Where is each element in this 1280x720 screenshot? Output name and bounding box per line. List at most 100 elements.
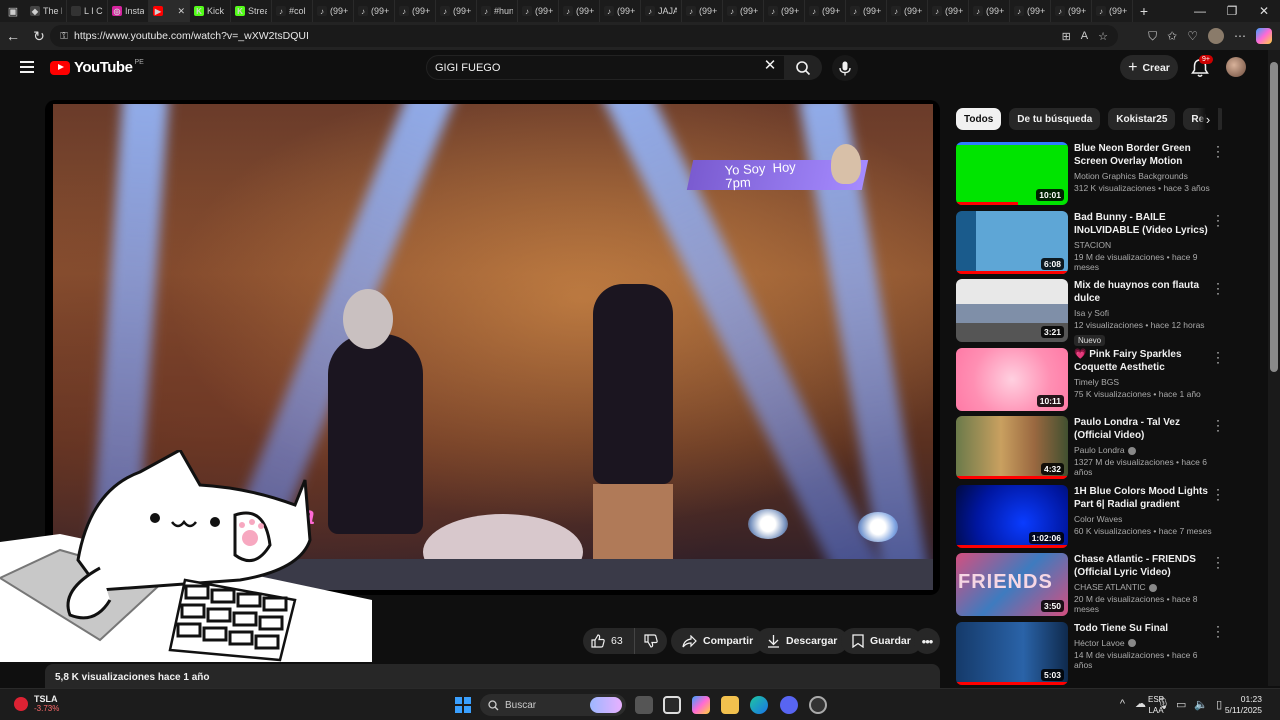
browser-tab[interactable]: ♪ (99+ (723, 0, 764, 22)
browser-tab[interactable]: ♪ JAJA (641, 0, 682, 22)
browser-tab[interactable]: ♪ (99+ (1010, 0, 1051, 22)
clock[interactable]: 01:23 5/11/2025 (1222, 694, 1262, 716)
create-button[interactable]: + Crear (1120, 55, 1178, 80)
more-options-icon[interactable]: · · · (1214, 277, 1222, 299)
video-title[interactable]: 1H Blue Colors Mood Lights Part 6| Radia… (1074, 485, 1212, 511)
reload-icon[interactable]: ↻ (26, 23, 52, 49)
file-explorer-icon[interactable] (721, 696, 739, 714)
channel-name-row[interactable]: Isa y Sofi (1074, 308, 1212, 318)
browser-tab[interactable]: ▶ ✕ (149, 0, 190, 22)
channel-name-row[interactable]: STACION (1074, 240, 1212, 250)
browser-tab[interactable]: ♪ (99+ (1051, 0, 1092, 22)
scrollbar-thumb[interactable] (1270, 62, 1278, 372)
taskbar-search[interactable]: Buscar (480, 694, 626, 716)
filter-chip[interactable]: Kokistar25 (1108, 108, 1176, 130)
channel-name-row[interactable]: Héctor Lavoe (1074, 638, 1212, 648)
browser-tab[interactable]: ♪ (99+ (1092, 0, 1133, 22)
guide-menu-button[interactable] (16, 58, 38, 78)
browser-tab[interactable]: ♪ (99+ (764, 0, 805, 22)
app-available-icon[interactable]: ⊞ (1062, 30, 1071, 43)
onedrive-icon[interactable]: ☁ (1135, 697, 1146, 710)
video-thumbnail[interactable]: 5:03 (956, 621, 1068, 685)
restore-icon[interactable]: ❐ (1216, 0, 1248, 22)
browser-tab[interactable]: L I C (67, 0, 108, 22)
more-options-icon[interactable]: · · · (1214, 483, 1222, 505)
account-avatar[interactable] (1226, 57, 1246, 77)
youtube-logo[interactable]: YouTube PE (50, 59, 144, 76)
share-button[interactable]: Compartir (671, 628, 765, 654)
read-aloud-icon[interactable]: A (1081, 30, 1088, 43)
browser-tab[interactable]: ♪ (99+ (313, 0, 354, 22)
browser-tab[interactable]: ♪ #col (272, 0, 313, 22)
extension-icon[interactable]: ⛉ (1148, 29, 1157, 44)
browser-tab[interactable]: KStrea (231, 0, 272, 22)
download-button[interactable]: Descargar (756, 628, 849, 654)
recommendation-item[interactable]: 1:02:06 1H Blue Colors Mood Lights Part 6… (956, 483, 1228, 549)
site-info-icon[interactable]: ⚿ (54, 31, 74, 42)
back-icon[interactable]: ← (0, 23, 26, 49)
recommendation-item[interactable]: 10:01 Blue Neon Border Green Screen Overl… (956, 140, 1228, 206)
video-title[interactable]: 💗 Pink Fairy Sparkles Coquette Aesthetic… (1074, 348, 1212, 374)
quick-settings[interactable]: ▭ 🔈 ▯ (1176, 698, 1222, 711)
voice-search-button[interactable] (832, 55, 858, 81)
clear-search-icon[interactable]: ✕ (760, 56, 780, 78)
recommendation-item[interactable]: 5:03 Todo Tiene Su Final Héctor Lavoe 14 M … (956, 620, 1228, 686)
video-thumbnail[interactable]: FRIENDS 3:50 (956, 553, 1068, 616)
save-button[interactable]: Guardar (841, 628, 922, 654)
channel-name-row[interactable]: Timely BGS (1074, 377, 1212, 387)
edge-browser-icon[interactable] (750, 696, 768, 714)
browser-tab[interactable]: ♪ (99+ (928, 0, 969, 22)
recommendation-item[interactable]: 6:08 Bad Bunny - BAILE INoLVIDABLE (Video… (956, 209, 1228, 275)
close-tab-icon[interactable]: ✕ (177, 6, 185, 17)
browser-tab[interactable]: ♪ (99+ (436, 0, 477, 22)
video-title[interactable]: Blue Neon Border Green Screen Overlay Mo… (1074, 142, 1212, 168)
browser-tab[interactable]: ♪ #hun (477, 0, 518, 22)
recommendation-item[interactable]: 4:32 Paulo Londra - Tal Vez (Official Vid… (956, 414, 1228, 480)
browser-tab[interactable]: ♪ (99+ (887, 0, 928, 22)
recommendation-item[interactable]: FRIENDS 3:50 Chase Atlantic - FRIENDS (Off… (956, 551, 1228, 617)
minimize-icon[interactable]: — (1184, 0, 1216, 22)
like-button[interactable]: 63 (583, 628, 635, 654)
new-tab-button[interactable]: + (1133, 3, 1155, 19)
more-options-icon[interactable]: · · · (1214, 346, 1222, 368)
chevron-right-icon[interactable]: › (1198, 108, 1218, 130)
settings-more-icon[interactable]: ⋯ (1234, 29, 1246, 43)
video-title[interactable]: Paulo Londra - Tal Vez (Official Video) (1074, 416, 1212, 442)
discord-icon[interactable] (780, 696, 798, 714)
channel-name-row[interactable]: Paulo Londra (1074, 445, 1212, 455)
video-thumbnail[interactable]: 4:32 (956, 416, 1068, 479)
task-view-icon[interactable] (635, 696, 653, 714)
language-indicator[interactable]: ESP LAA (1148, 694, 1164, 716)
profile-avatar[interactable] (1208, 28, 1224, 44)
start-button[interactable] (455, 697, 471, 713)
channel-name-row[interactable]: Color Waves (1074, 514, 1212, 524)
more-options-icon[interactable]: · · · (1214, 140, 1222, 162)
browser-tab[interactable]: ◆ The l (26, 0, 67, 22)
browser-tab[interactable]: ♪ (99+ (969, 0, 1010, 22)
more-options-icon[interactable]: · · · (1214, 414, 1222, 436)
video-thumbnail[interactable]: 1:02:06 (956, 484, 1068, 548)
tab-actions-icon[interactable]: ▣ (0, 0, 26, 22)
browser-tab[interactable]: ♪ (99+ (846, 0, 887, 22)
browser-tab[interactable]: K Kick (190, 0, 231, 22)
copilot-app-icon[interactable] (692, 696, 710, 714)
recommendation-item[interactable]: 10:11 💗 Pink Fairy Sparkles Coquette Aest… (956, 346, 1228, 412)
browser-tab[interactable]: ♪ (99+ (559, 0, 600, 22)
store-icon[interactable] (663, 696, 681, 714)
video-title[interactable]: Mix de huaynos con flauta dulce (1074, 279, 1212, 305)
browser-tab[interactable]: ♪ (99+ (518, 0, 559, 22)
copilot-icon[interactable] (1256, 28, 1272, 44)
page-scrollbar[interactable] (1268, 50, 1280, 686)
video-thumbnail[interactable]: 10:11 (956, 347, 1068, 411)
video-thumbnail[interactable]: 3:21 (956, 279, 1068, 342)
more-actions-button[interactable]: ••• (914, 628, 940, 654)
search-input[interactable]: GIGI FUEGO (426, 55, 786, 80)
close-window-icon[interactable]: ✕ (1248, 0, 1280, 22)
app-icon[interactable] (809, 696, 827, 714)
video-title[interactable]: Chase Atlantic - FRIENDS (Official Lyric… (1074, 553, 1212, 579)
video-title[interactable]: Bad Bunny - BAILE INoLVIDABLE (Video Lyr… (1074, 211, 1212, 237)
video-thumbnail[interactable]: 6:08 (956, 210, 1068, 274)
channel-name-row[interactable]: CHASE ATLANTIC (1074, 582, 1212, 592)
filter-chip[interactable]: De tu búsqueda (1009, 108, 1101, 130)
dislike-button[interactable] (635, 628, 667, 654)
